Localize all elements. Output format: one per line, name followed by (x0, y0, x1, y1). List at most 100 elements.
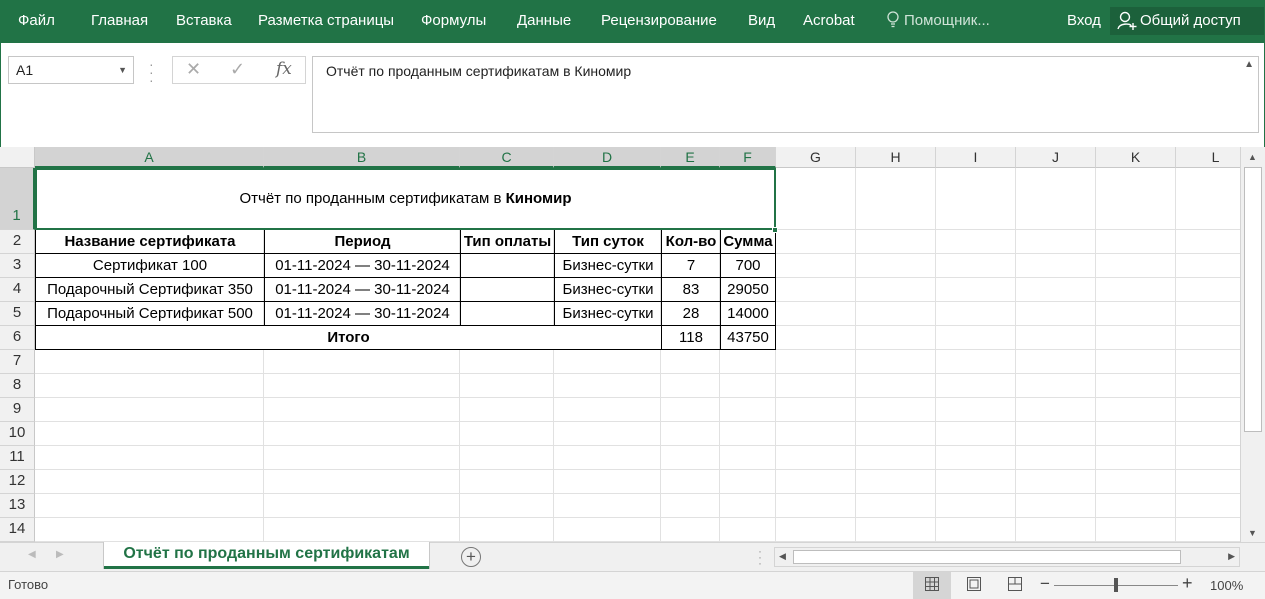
column-header-h[interactable]: H (856, 147, 936, 168)
add-person-icon (1117, 11, 1137, 30)
zoom-in-icon[interactable]: + (1182, 573, 1193, 594)
row-header-13[interactable]: 13 (0, 494, 35, 518)
tell-me-box[interactable]: Помощник... (887, 0, 990, 43)
tab-acrobat[interactable]: Acrobat (803, 0, 855, 43)
row-header-5[interactable]: 5 (0, 302, 35, 326)
tab-formulas[interactable]: Формулы (421, 0, 486, 43)
tab-page-layout[interactable]: Разметка страницы (258, 0, 394, 43)
row-header-7[interactable]: 7 (0, 350, 35, 374)
column-header-e[interactable]: E (661, 147, 720, 168)
row-header-12[interactable]: 12 (0, 470, 35, 494)
table-header-cell[interactable]: Кол-во (662, 230, 721, 254)
page-break-view-button[interactable] (996, 572, 1034, 599)
column-header-a[interactable]: A (35, 147, 264, 168)
table-cell[interactable]: Бизнес-сутки (555, 278, 662, 302)
column-header-l[interactable]: L (1176, 147, 1240, 168)
table-cell[interactable]: Подарочный Сертификат 350 (36, 278, 265, 302)
gridline (35, 397, 1240, 398)
table-cell[interactable]: Бизнес-сутки (555, 302, 662, 326)
table-header-cell[interactable]: Тип суток (555, 230, 662, 254)
sheet-tab-active[interactable]: Отчёт по проданным сертификатам (104, 542, 429, 569)
gridline (1015, 168, 1016, 542)
prev-sheet-icon[interactable]: ◀ (28, 549, 36, 560)
tab-view[interactable]: Вид (748, 0, 775, 43)
check-icon[interactable]: ✓ (230, 59, 245, 80)
scroll-down-icon[interactable]: ▼ (1248, 528, 1257, 538)
vertical-scrollbar[interactable]: ▲ ▼ (1240, 147, 1265, 542)
select-all-corner[interactable] (0, 147, 35, 168)
zoom-slider-thumb[interactable] (1114, 578, 1118, 592)
column-header-g[interactable]: G (776, 147, 856, 168)
table-cell[interactable]: 01-11-2024 — 30-11-2024 (265, 254, 461, 278)
table-cell[interactable]: Сертификат 100 (36, 254, 265, 278)
total-label-cell[interactable]: Итого (36, 326, 662, 350)
table-cell[interactable]: 700 (721, 254, 776, 278)
drag-handle-icon[interactable]: · · · (149, 57, 154, 87)
scroll-left-icon[interactable]: ◀ (779, 551, 786, 562)
tab-file[interactable]: Файл (18, 0, 55, 43)
column-header-c[interactable]: C (460, 147, 554, 168)
horizontal-scroll-thumb[interactable] (793, 550, 1181, 564)
insert-function-icon[interactable]: fx (276, 59, 292, 79)
row-header-1[interactable]: 1 (0, 168, 35, 230)
table-header-cell[interactable]: Название сертификата (36, 230, 265, 254)
title-cell-a1[interactable]: Отчёт по проданным сертификатам в Киноми… (35, 168, 776, 230)
scroll-up-icon[interactable]: ▲ (1248, 152, 1257, 162)
name-box[interactable]: A1 ▼ (8, 56, 134, 84)
table-cell[interactable]: 01-11-2024 — 30-11-2024 (265, 302, 461, 326)
row-header-4[interactable]: 4 (0, 278, 35, 302)
tab-review[interactable]: Рецензирование (601, 0, 717, 43)
row-header-6[interactable]: 6 (0, 326, 35, 350)
share-button[interactable]: Общий доступ (1110, 7, 1264, 35)
row-header-9[interactable]: 9 (0, 398, 35, 422)
table-cell[interactable] (461, 254, 555, 278)
table-cell[interactable]: Подарочный Сертификат 500 (36, 302, 265, 326)
row-header-11[interactable]: 11 (0, 446, 35, 470)
table-cell[interactable]: 83 (662, 278, 721, 302)
vertical-scroll-thumb[interactable] (1244, 167, 1262, 432)
table-cell[interactable]: 01-11-2024 — 30-11-2024 (265, 278, 461, 302)
add-sheet-icon[interactable]: + (461, 547, 481, 567)
row-header-10[interactable]: 10 (0, 422, 35, 446)
table-header-cell[interactable]: Период (265, 230, 461, 254)
sign-in-link[interactable]: Вход (1067, 0, 1101, 43)
table-cell[interactable]: 14000 (721, 302, 776, 326)
total-qty-cell[interactable]: 118 (662, 326, 721, 350)
drag-handle-icon[interactable]: · · · (758, 545, 762, 569)
table-cell[interactable] (461, 302, 555, 326)
row-header-3[interactable]: 3 (0, 254, 35, 278)
table-cell[interactable] (461, 278, 555, 302)
horizontal-scrollbar[interactable]: ◀ ▶ (774, 547, 1240, 567)
table-header-cell[interactable]: Тип оплаты (461, 230, 555, 254)
tab-insert[interactable]: Вставка (176, 0, 232, 43)
zoom-out-icon[interactable]: − (1040, 574, 1050, 594)
column-header-j[interactable]: J (1016, 147, 1096, 168)
column-header-k[interactable]: K (1096, 147, 1176, 168)
worksheet-grid[interactable]: A B C D E F G H I J K L 1 2 3 4 5 6 7 8 … (0, 147, 1240, 542)
table-cell[interactable]: 29050 (721, 278, 776, 302)
page-layout-view-button[interactable] (955, 572, 993, 599)
column-header-b[interactable]: B (264, 147, 460, 168)
table-cell[interactable]: 7 (662, 254, 721, 278)
table-cell[interactable]: 28 (662, 302, 721, 326)
total-sum-cell[interactable]: 43750 (721, 326, 776, 350)
row-header-8[interactable]: 8 (0, 374, 35, 398)
row-header-14[interactable]: 14 (0, 518, 35, 542)
fill-handle[interactable] (772, 227, 778, 233)
row-header-2[interactable]: 2 (0, 230, 35, 254)
column-header-f[interactable]: F (720, 147, 776, 168)
chevron-up-icon[interactable]: ▲ (1244, 59, 1254, 70)
table-header-cell[interactable]: Сумма (721, 230, 776, 254)
column-header-d[interactable]: D (554, 147, 661, 168)
tab-data[interactable]: Данные (517, 0, 571, 43)
tab-home[interactable]: Главная (91, 0, 148, 43)
scroll-right-icon[interactable]: ▶ (1228, 551, 1235, 562)
cancel-icon[interactable]: ✕ (186, 59, 201, 80)
table-cell[interactable]: Бизнес-сутки (555, 254, 662, 278)
column-header-i[interactable]: I (936, 147, 1016, 168)
normal-view-button[interactable] (913, 572, 951, 599)
chevron-down-icon[interactable]: ▼ (118, 57, 127, 83)
zoom-percent[interactable]: 100% (1210, 578, 1243, 593)
next-sheet-icon[interactable]: ▶ (56, 549, 64, 560)
formula-input[interactable]: Отчёт по проданным сертификатам в Киноми… (312, 56, 1259, 133)
